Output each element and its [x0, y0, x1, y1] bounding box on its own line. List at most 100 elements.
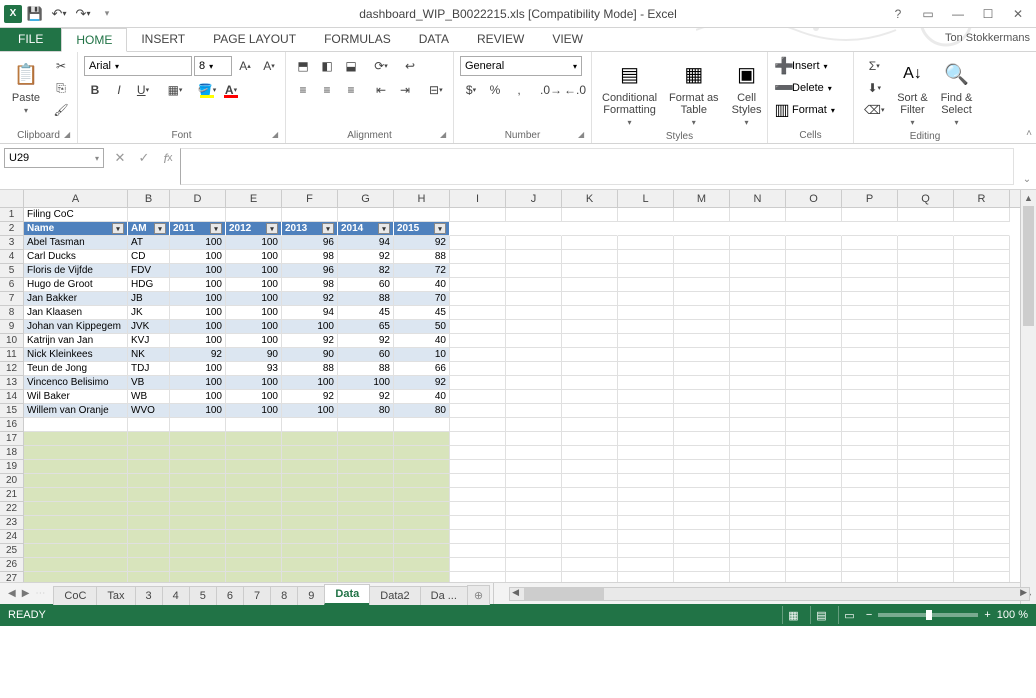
cell[interactable]: [170, 558, 226, 572]
cell[interactable]: [842, 348, 898, 362]
row-header-13[interactable]: 13: [0, 376, 24, 390]
cell[interactable]: [450, 390, 506, 404]
cell[interactable]: [674, 334, 730, 348]
sort-filter-button[interactable]: A↓Sort & Filter▾: [892, 56, 932, 129]
cell[interactable]: [338, 432, 394, 446]
accounting-format-button[interactable]: $▾: [460, 80, 482, 100]
cell[interactable]: [898, 250, 954, 264]
cell[interactable]: [618, 334, 674, 348]
cell[interactable]: [562, 348, 618, 362]
sheet-tab-Da ...[interactable]: Da ...: [420, 586, 468, 605]
cell[interactable]: [674, 502, 730, 516]
cell[interactable]: [506, 404, 562, 418]
qat-customize[interactable]: ▾: [96, 3, 118, 25]
cell[interactable]: [898, 404, 954, 418]
cell[interactable]: [842, 250, 898, 264]
fill-button[interactable]: ⬇▾: [860, 78, 888, 98]
cell[interactable]: [898, 572, 954, 582]
cell[interactable]: [506, 390, 562, 404]
column-headers[interactable]: ABDEFGHIJKLMNOPQR: [24, 190, 1036, 208]
cell[interactable]: 98: [282, 250, 338, 264]
cell[interactable]: 10: [394, 348, 450, 362]
cell[interactable]: [128, 460, 170, 474]
cell[interactable]: [842, 544, 898, 558]
row-header-8[interactable]: 8: [0, 306, 24, 320]
cell[interactable]: [954, 474, 1010, 488]
cell[interactable]: [562, 418, 618, 432]
cell[interactable]: [842, 432, 898, 446]
cell[interactable]: Filing CoC: [24, 208, 128, 222]
cell[interactable]: 45: [338, 306, 394, 320]
cell[interactable]: [954, 250, 1010, 264]
cell[interactable]: [730, 502, 786, 516]
cell[interactable]: [954, 320, 1010, 334]
cell[interactable]: [282, 460, 338, 474]
cell[interactable]: [674, 530, 730, 544]
cell[interactable]: [226, 446, 282, 460]
cell[interactable]: 100: [170, 236, 226, 250]
increase-indent-button[interactable]: ⇥: [394, 80, 416, 100]
cell[interactable]: [842, 446, 898, 460]
cell[interactable]: 2011▾: [170, 222, 226, 236]
cell[interactable]: [786, 222, 842, 236]
cell[interactable]: 100: [170, 376, 226, 390]
filter-arrow[interactable]: ▾: [322, 223, 334, 234]
percent-button[interactable]: %: [484, 80, 506, 100]
align-center-button[interactable]: ≡: [316, 80, 338, 100]
tab-data[interactable]: DATA: [405, 27, 463, 51]
cell[interactable]: [506, 572, 562, 582]
cell[interactable]: [506, 208, 562, 222]
col-header-J[interactable]: J: [506, 190, 562, 208]
tab-file[interactable]: FILE: [0, 27, 61, 51]
cell[interactable]: [786, 516, 842, 530]
cell[interactable]: Carl Ducks: [24, 250, 128, 264]
row-header-6[interactable]: 6: [0, 278, 24, 292]
cell[interactable]: [226, 208, 282, 222]
cell[interactable]: [786, 278, 842, 292]
spreadsheet-grid[interactable]: ABDEFGHIJKLMNOPQR 1234567891011121314151…: [0, 190, 1036, 582]
cell[interactable]: [786, 474, 842, 488]
cell[interactable]: [954, 558, 1010, 572]
cell[interactable]: [170, 418, 226, 432]
cell[interactable]: [730, 376, 786, 390]
cell[interactable]: [786, 264, 842, 278]
cell[interactable]: [562, 236, 618, 250]
cell[interactable]: [842, 264, 898, 278]
sheet-nav-prev[interactable]: ◀: [8, 588, 16, 599]
cell[interactable]: [170, 530, 226, 544]
cell[interactable]: [394, 432, 450, 446]
cell[interactable]: [128, 572, 170, 582]
cell[interactable]: [674, 376, 730, 390]
cell[interactable]: [282, 572, 338, 582]
row-header-25[interactable]: 25: [0, 544, 24, 558]
cell[interactable]: [898, 292, 954, 306]
cell[interactable]: [730, 348, 786, 362]
cell[interactable]: 100: [226, 320, 282, 334]
cell[interactable]: [842, 334, 898, 348]
cell[interactable]: [338, 474, 394, 488]
cell[interactable]: 45: [394, 306, 450, 320]
row-header-22[interactable]: 22: [0, 502, 24, 516]
cell[interactable]: [506, 292, 562, 306]
cell[interactable]: [618, 432, 674, 446]
cell[interactable]: [618, 460, 674, 474]
row-header-5[interactable]: 5: [0, 264, 24, 278]
cell[interactable]: [226, 530, 282, 544]
cell[interactable]: WB: [128, 390, 170, 404]
row-header-23[interactable]: 23: [0, 516, 24, 530]
col-header-B[interactable]: B: [128, 190, 170, 208]
increase-decimal-button[interactable]: .0→: [540, 80, 562, 100]
cell[interactable]: NK: [128, 348, 170, 362]
cell[interactable]: 88: [338, 292, 394, 306]
cell[interactable]: [898, 530, 954, 544]
col-header-M[interactable]: M: [674, 190, 730, 208]
cell[interactable]: [954, 460, 1010, 474]
cell[interactable]: [842, 474, 898, 488]
normal-view-button[interactable]: ▦: [782, 606, 804, 624]
page-break-view-button[interactable]: ▭: [838, 606, 860, 624]
row-header-1[interactable]: 1: [0, 208, 24, 222]
cell[interactable]: [506, 264, 562, 278]
cell[interactable]: [450, 264, 506, 278]
cell[interactable]: [226, 460, 282, 474]
cell[interactable]: AT: [128, 236, 170, 250]
